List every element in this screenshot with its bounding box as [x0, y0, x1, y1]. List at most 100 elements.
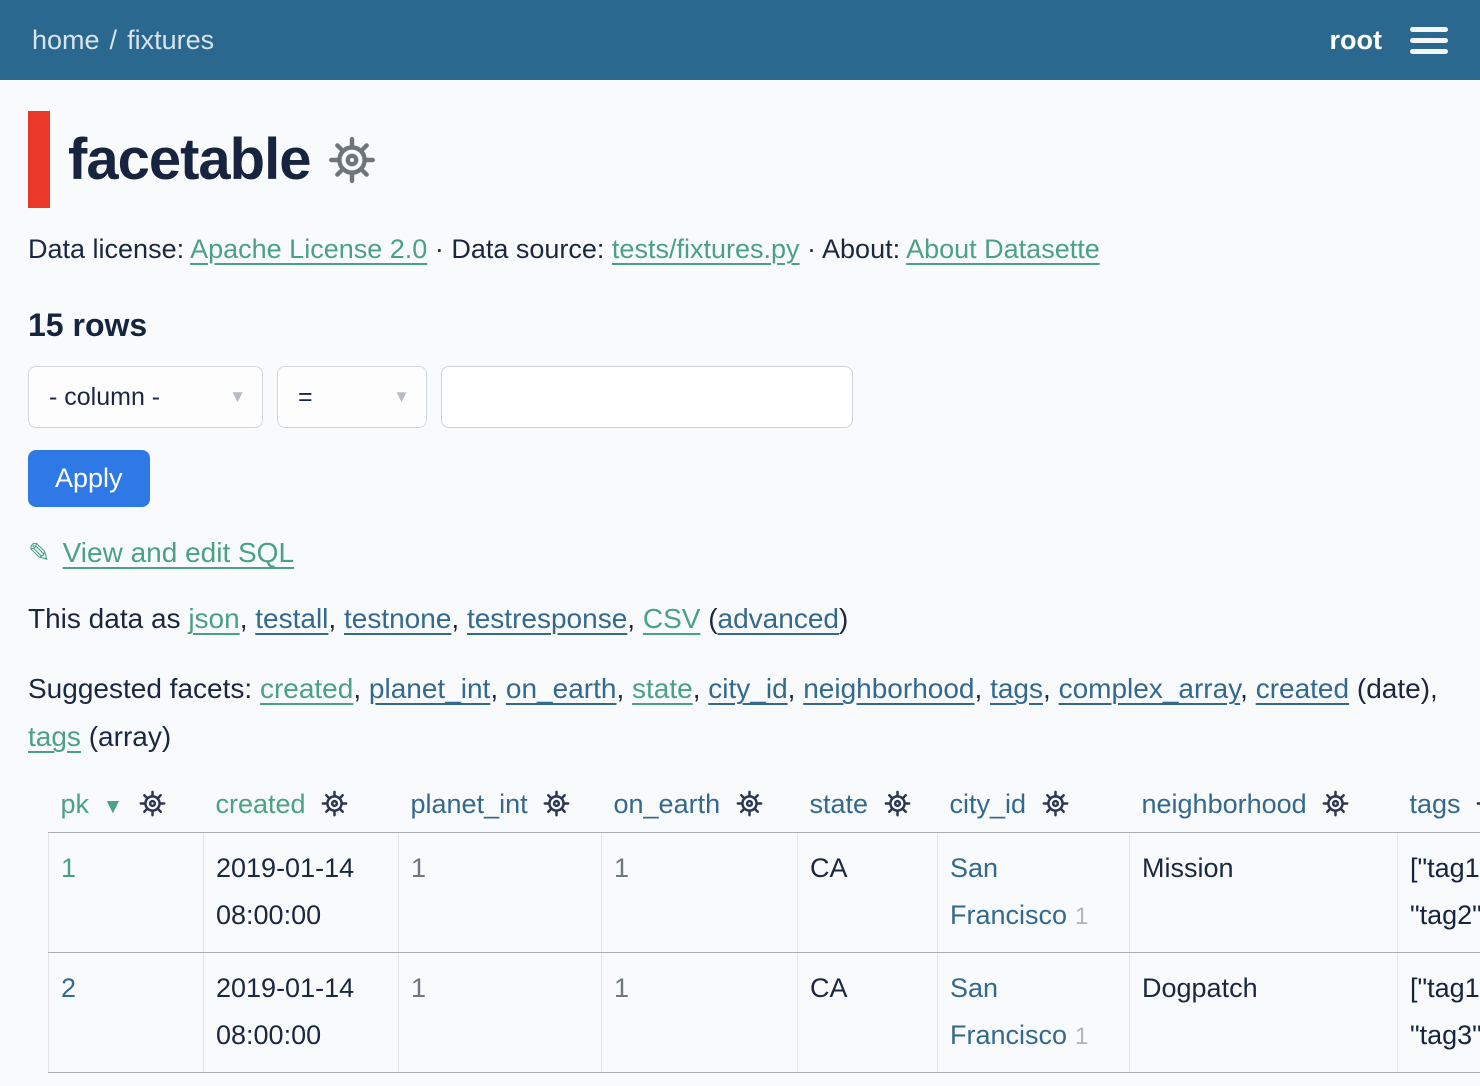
results-table: pk ▼ created planet_int on_earth s: [48, 779, 1480, 1073]
column-header-state: state: [798, 779, 938, 833]
column-header-pk: pk ▼: [49, 779, 204, 833]
breadcrumb-fixtures-link[interactable]: fixtures: [127, 25, 214, 56]
license-link[interactable]: Apache License 2.0: [190, 234, 427, 264]
gear-icon[interactable]: [543, 790, 570, 817]
cell-tags: ["tag1", "tag3"]: [1398, 953, 1480, 1073]
column-planet-int-link[interactable]: planet_int: [411, 789, 528, 819]
export-testall-link[interactable]: testall: [255, 603, 328, 634]
separator: ,: [240, 603, 256, 634]
separator: (: [700, 603, 717, 634]
user-root-link[interactable]: root: [1330, 25, 1382, 56]
sort-desc-icon: ▼: [103, 795, 124, 818]
menu-bar: [1410, 38, 1448, 43]
row-pk-link[interactable]: 2: [61, 973, 76, 1003]
column-header-created: created: [204, 779, 399, 833]
gear-icon[interactable]: [736, 790, 763, 817]
column-header-planet-int: planet_int: [399, 779, 602, 833]
cell-tags: ["tag1", "tag2"]: [1398, 833, 1480, 953]
license-label: Data license:: [28, 234, 184, 264]
cell-on-earth: 1: [602, 953, 798, 1073]
source-label: Data source:: [451, 234, 604, 264]
city-link[interactable]: San Francisco: [950, 853, 1067, 930]
filter-value-input[interactable]: [441, 366, 853, 428]
chevron-down-icon: ▼: [393, 387, 410, 407]
title-accent-bar: [28, 111, 50, 208]
separator: ,: [353, 673, 369, 704]
hamburger-menu-icon[interactable]: [1410, 23, 1448, 58]
column-state-link[interactable]: state: [810, 789, 869, 819]
about-label: About:: [822, 234, 900, 264]
meta-separator: ·: [807, 234, 816, 264]
facet-complex-array-link[interactable]: complex_array: [1059, 673, 1241, 704]
table-row: 1 2019-01-14 08:00:00 1 1 CA San Francis…: [49, 833, 1480, 953]
column-on-earth-link[interactable]: on_earth: [614, 789, 721, 819]
column-header-tags: tags: [1398, 779, 1480, 833]
facet-state-link[interactable]: state: [632, 673, 693, 704]
separator: ,: [788, 673, 804, 704]
row-pk-link[interactable]: 1: [61, 853, 76, 883]
facet-suffix: (array): [81, 721, 171, 752]
apply-button[interactable]: Apply: [28, 450, 150, 507]
cell-state: CA: [798, 833, 938, 953]
export-testresponse-link[interactable]: testresponse: [467, 603, 627, 634]
facet-tags-array-link[interactable]: tags: [28, 721, 81, 752]
column-header-on-earth: on_earth: [602, 779, 798, 833]
breadcrumb-home-link[interactable]: home: [32, 25, 100, 56]
column-neighborhood-link[interactable]: neighborhood: [1142, 789, 1307, 819]
metadata-line: Data license: Apache License 2.0 · Data …: [28, 234, 1452, 265]
cell-on-earth: 1: [602, 833, 798, 953]
export-json-link[interactable]: json: [188, 603, 239, 634]
column-pk-link[interactable]: pk: [61, 789, 90, 819]
gear-icon[interactable]: [1476, 790, 1480, 817]
column-created-link[interactable]: created: [216, 789, 306, 819]
export-links-line: This data as json, testall, testnone, te…: [28, 603, 1452, 635]
facet-tags-link[interactable]: tags: [990, 673, 1043, 704]
separator: ,: [1240, 673, 1256, 704]
top-nav: home / fixtures root: [0, 0, 1480, 80]
gear-icon[interactable]: [884, 790, 911, 817]
facets-prefix: Suggested facets:: [28, 673, 260, 704]
breadcrumb: home / fixtures: [32, 25, 214, 56]
facet-city-id-link[interactable]: city_id: [708, 673, 787, 704]
cell-city-id: San Francisco 1: [938, 833, 1130, 953]
separator: ,: [616, 673, 632, 704]
view-edit-sql-link[interactable]: View and edit SQL: [63, 537, 294, 569]
export-advanced-link[interactable]: advanced: [718, 603, 839, 634]
facet-created-link[interactable]: created: [260, 673, 353, 704]
export-csv-link[interactable]: CSV: [643, 603, 701, 634]
facet-created-date-link[interactable]: created: [1256, 673, 1349, 704]
title-row: facetable: [28, 111, 1452, 208]
city-count-badge: 1: [1075, 903, 1088, 930]
cell-state: CA: [798, 953, 938, 1073]
gear-icon[interactable]: [1322, 790, 1349, 817]
column-city-id-link[interactable]: city_id: [950, 789, 1027, 819]
menu-bar: [1410, 27, 1448, 32]
cell-created: 2019-01-14 08:00:00: [204, 953, 399, 1073]
facet-on-earth-link[interactable]: on_earth: [506, 673, 617, 704]
cell-planet-int: 1: [399, 833, 602, 953]
cell-created: 2019-01-14 08:00:00: [204, 833, 399, 953]
gear-icon[interactable]: [139, 790, 166, 817]
source-link[interactable]: tests/fixtures.py: [612, 234, 800, 264]
export-prefix: This data as: [28, 603, 188, 634]
about-link[interactable]: About Datasette: [906, 234, 1100, 264]
table-header-row: pk ▼ created planet_int on_earth s: [49, 779, 1480, 833]
cell-neighborhood: Dogpatch: [1130, 953, 1398, 1073]
table-gear-icon[interactable]: [328, 136, 376, 184]
facet-neighborhood-link[interactable]: neighborhood: [803, 673, 974, 704]
pencil-icon: ✎: [28, 538, 51, 569]
city-link[interactable]: San Francisco: [950, 973, 1067, 1050]
main-content: facetable Data license: Apache License 2…: [0, 111, 1480, 1073]
separator: ,: [451, 603, 467, 634]
column-header-city-id: city_id: [938, 779, 1130, 833]
gear-icon[interactable]: [1042, 790, 1069, 817]
cell-planet-int: 1: [399, 953, 602, 1073]
filter-column-select[interactable]: - column - ▼: [28, 366, 263, 428]
page-title: facetable: [68, 126, 310, 193]
column-tags-link[interactable]: tags: [1410, 789, 1461, 819]
gear-icon[interactable]: [321, 790, 348, 817]
filter-operator-select[interactable]: = ▼: [277, 366, 427, 428]
separator: ,: [975, 673, 991, 704]
export-testnone-link[interactable]: testnone: [344, 603, 451, 634]
facet-planet-int-link[interactable]: planet_int: [369, 673, 490, 704]
